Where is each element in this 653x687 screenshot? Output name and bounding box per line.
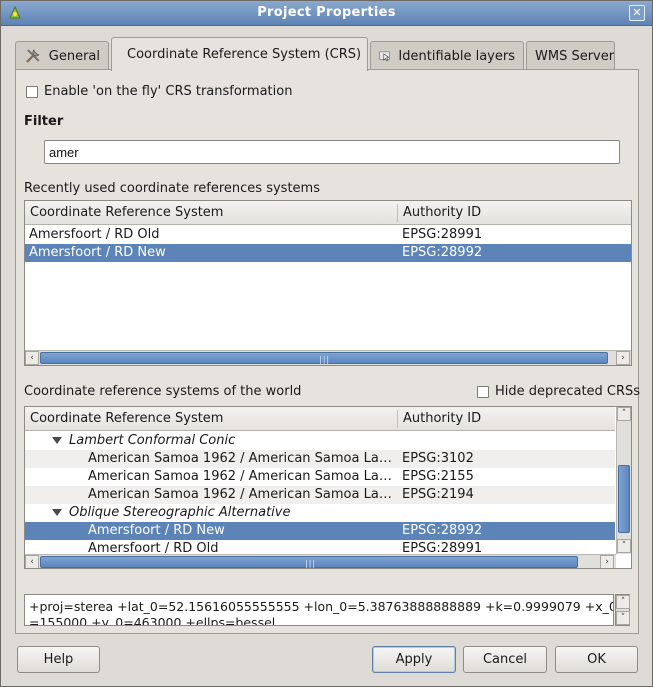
scroll-left-icon[interactable]: ‹: [25, 351, 39, 365]
tab-general[interactable]: General: [15, 41, 109, 70]
world-vscrollbar[interactable]: ˄ ˅: [616, 407, 631, 554]
scroll-down-icon[interactable]: ˅: [617, 539, 631, 553]
tree-row-selected[interactable]: Amersfoort / RD New EPSG:28992: [25, 522, 615, 540]
tree-row[interactable]: American Samoa 1962 / American Samoa Lam…: [25, 468, 615, 486]
scroll-up-icon[interactable]: ˄: [616, 595, 630, 609]
scroll-right-icon[interactable]: ›: [600, 555, 614, 568]
tree-group-oblique-stereographic[interactable]: Oblique Stereographic Alternative: [25, 504, 615, 522]
tab-crs[interactable]: Coordinate Reference System (CRS): [111, 37, 368, 71]
scroll-up-icon[interactable]: ˄: [617, 407, 631, 421]
tab-general-label: General: [48, 48, 100, 64]
on-the-fly-label: Enable 'on the fly' CRS transformation: [44, 84, 293, 99]
world-crs-tree[interactable]: Coordinate Reference System Authority ID…: [24, 406, 632, 569]
cancel-button[interactable]: Cancel: [463, 646, 547, 673]
scroll-left-icon[interactable]: ‹: [25, 555, 39, 568]
project-properties-window: Project Properties ✕ General Coordinate …: [0, 0, 653, 687]
world-col-crs[interactable]: Coordinate Reference System: [30, 411, 223, 426]
help-button[interactable]: Help: [17, 646, 100, 673]
proj-string-text: +proj=sterea +lat_0=52.15616055555555 +l…: [29, 599, 614, 626]
tools-icon: [26, 49, 40, 63]
tab-crs-label: Coordinate Reference System (CRS): [127, 47, 362, 62]
close-icon: ✕: [632, 6, 642, 19]
recent-hscrollbar[interactable]: ‹ ||| ›: [25, 350, 631, 365]
proj-string-box[interactable]: +proj=sterea +lat_0=52.15616055555555 +l…: [24, 594, 614, 626]
tab-identifiable-layers-label: Identifiable layers: [398, 48, 515, 64]
world-tree-header: Coordinate Reference System Authority ID: [25, 407, 615, 431]
recent-list-header: Coordinate Reference System Authority ID: [25, 201, 631, 225]
recent-hscroll-thumb[interactable]: |||: [40, 352, 608, 364]
identify-icon: [379, 51, 390, 62]
recent-row[interactable]: Amersfoort / RD Old EPSG:28991: [25, 226, 631, 244]
recent-crs-heading: Recently used coordinate references syst…: [24, 181, 320, 196]
scroll-down-icon[interactable]: ˅: [616, 611, 630, 625]
recent-crs-list[interactable]: Coordinate Reference System Authority ID…: [24, 200, 632, 366]
tree-group-lambert[interactable]: Lambert Conformal Conic: [25, 432, 615, 450]
world-crs-heading: Coordinate reference systems of the worl…: [24, 384, 302, 399]
filter-heading: Filter: [24, 114, 64, 129]
close-button[interactable]: ✕: [629, 5, 645, 21]
expand-arrow-icon[interactable]: [52, 509, 62, 516]
tab-wms-server[interactable]: WMS Server: [526, 41, 615, 70]
recent-col-crs[interactable]: Coordinate Reference System: [30, 205, 223, 220]
tab-wms-server-label: WMS Server: [535, 48, 615, 64]
apply-button[interactable]: Apply: [372, 646, 456, 673]
tab-identifiable-layers[interactable]: Identifiable layers: [370, 41, 524, 70]
title-bar[interactable]: Project Properties ✕: [1, 1, 652, 26]
crs-panel: Enable 'on the fly' CRS transformation F…: [15, 69, 641, 634]
hide-deprecated-checkbox[interactable]: [477, 386, 489, 398]
filter-input[interactable]: [44, 140, 620, 164]
tree-row[interactable]: American Samoa 1962 / American Samoa Lam…: [25, 450, 615, 468]
world-hscroll-thumb[interactable]: |||: [40, 556, 578, 568]
ok-button[interactable]: OK: [555, 646, 638, 673]
world-hscrollbar[interactable]: ‹ ||| ›: [25, 554, 616, 568]
window-title: Project Properties: [257, 5, 396, 20]
on-the-fly-checkbox[interactable]: [26, 86, 38, 98]
world-vscroll-thumb[interactable]: [618, 465, 630, 533]
expand-arrow-icon[interactable]: [52, 437, 62, 444]
tree-row[interactable]: American Samoa 1962 / American Samoa Lam…: [25, 486, 615, 504]
proj-string-scrollbar[interactable]: ˄ ˅: [615, 594, 630, 626]
recent-row-selected[interactable]: Amersfoort / RD New EPSG:28992: [25, 244, 631, 262]
world-col-authority[interactable]: Authority ID: [403, 411, 481, 426]
hide-deprecated-label: Hide deprecated CRSs: [495, 384, 641, 399]
scroll-right-icon[interactable]: ›: [616, 351, 630, 365]
recent-col-authority[interactable]: Authority ID: [403, 205, 481, 220]
